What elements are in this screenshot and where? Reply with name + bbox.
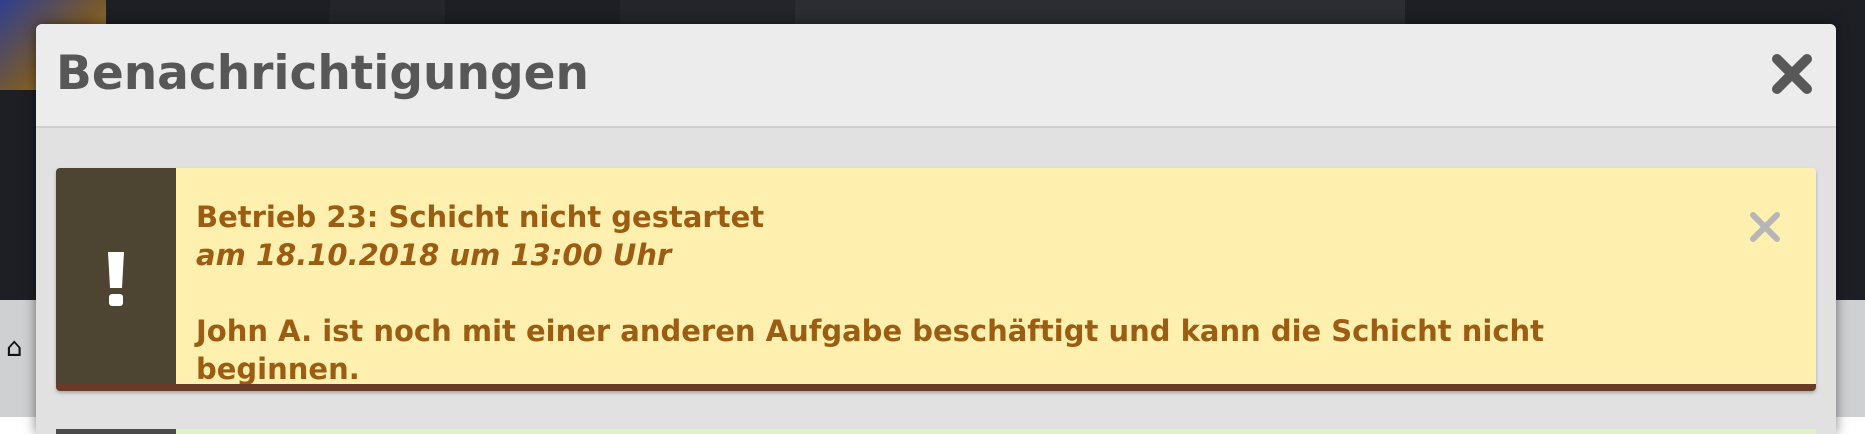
dismiss-notification-icon[interactable]: [1748, 210, 1782, 244]
notification-content: Betrieb 23: Schicht nicht gestartet am 1…: [196, 198, 1696, 386]
notification-type-indicator: [56, 429, 176, 434]
modal-header: Benachrichtigungen: [36, 24, 1836, 128]
close-icon[interactable]: [1770, 52, 1814, 96]
notification-item: Betrieb 23: Schicht nicht gestartet am 1…: [56, 168, 1816, 408]
notification-type-indicator: [56, 168, 176, 384]
home-icon[interactable]: ⌂: [6, 335, 34, 361]
modal-title: Benachrichtigungen: [56, 46, 589, 101]
notification-item-partial: [56, 429, 1816, 434]
notification-time: am 18.10.2018 um 13:00 Uhr: [196, 238, 672, 272]
notification-message: John A. ist noch mit einer anderen Aufga…: [196, 314, 1545, 386]
exclamation-icon: [104, 252, 128, 306]
notification-title: Betrieb 23: Schicht nicht gestartet: [196, 200, 765, 234]
notification-card: Betrieb 23: Schicht nicht gestartet am 1…: [56, 168, 1816, 391]
notification-card: [176, 429, 1816, 434]
notifications-modal: Benachrichtigungen Betrieb 23: Schicht n…: [36, 24, 1836, 434]
